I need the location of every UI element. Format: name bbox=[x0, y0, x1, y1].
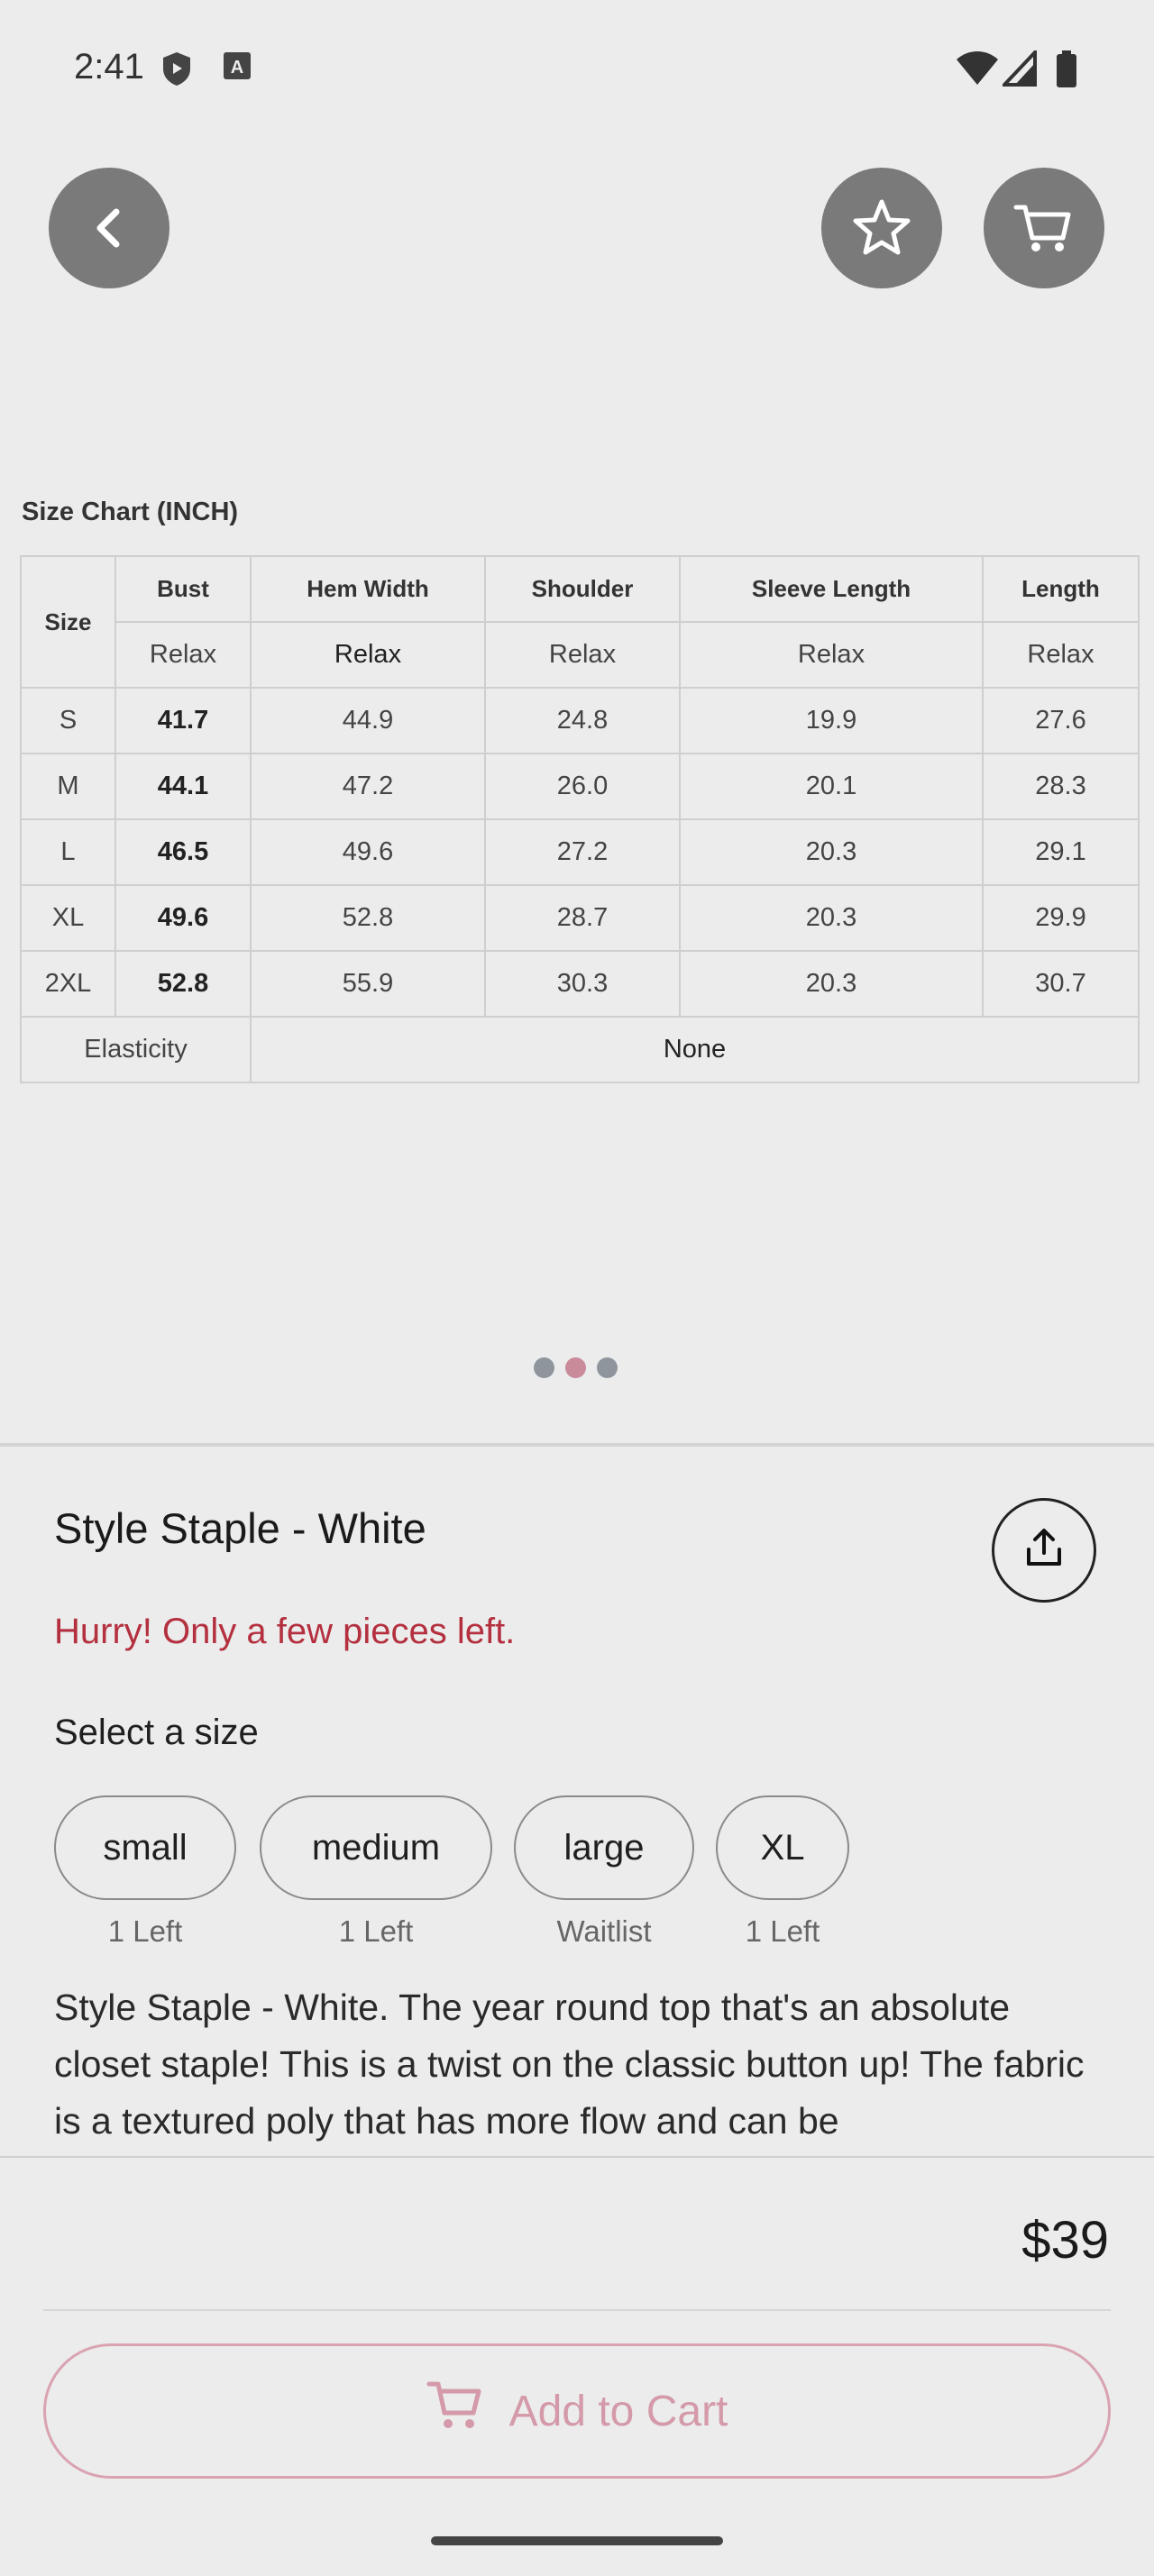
elasticity-value: None bbox=[250, 1016, 1140, 1083]
size-chart-cell: 49.6 bbox=[250, 818, 486, 886]
size-chart-subheader-cell: Relax bbox=[484, 621, 681, 689]
size-chart-cell: 27.6 bbox=[982, 687, 1140, 754]
size-chart-cell: 46.5 bbox=[114, 818, 252, 886]
add-to-cart-button[interactable]: Add to Cart bbox=[43, 2343, 1111, 2479]
size-chart-title: Size Chart (INCH) bbox=[22, 498, 239, 526]
product-price: $39 bbox=[1021, 2211, 1109, 2270]
select-size-label: Select a size bbox=[54, 1713, 259, 1752]
size-chart-row: M 44.1 47.2 26.0 20.1 28.3 bbox=[20, 753, 1140, 820]
product-image-size-chart[interactable]: Size Chart (INCH) Size Bust Hem Width Sh… bbox=[18, 498, 1140, 1083]
size-chart-cell: 30.7 bbox=[982, 950, 1140, 1018]
product-title: Style Staple - White bbox=[54, 1504, 426, 1552]
status-time: 2:41 bbox=[74, 47, 144, 87]
battery-icon bbox=[1055, 50, 1078, 93]
size-chart-row: S 41.7 44.9 24.8 19.9 27.6 bbox=[20, 687, 1140, 754]
size-option-small[interactable]: small bbox=[54, 1795, 236, 1900]
cart-icon bbox=[1012, 196, 1076, 260]
cart-icon bbox=[426, 2379, 486, 2444]
share-icon bbox=[1021, 1526, 1067, 1576]
size-chart-cell: 44.1 bbox=[114, 753, 252, 820]
pager-dot[interactable] bbox=[534, 1357, 554, 1378]
size-chart-cell: 52.8 bbox=[250, 884, 486, 952]
size-chart-cell: 55.9 bbox=[250, 950, 486, 1018]
size-chart-cell: 24.8 bbox=[484, 687, 681, 754]
size-chart-cell: 2XL bbox=[20, 950, 116, 1018]
size-chart-cell: L bbox=[20, 818, 116, 886]
size-chart-row: XL 49.6 52.8 28.7 20.3 29.9 bbox=[20, 884, 1140, 952]
size-chart-cell: 41.7 bbox=[114, 687, 252, 754]
share-button[interactable] bbox=[992, 1498, 1096, 1603]
size-availability: Waitlist bbox=[556, 1914, 652, 1948]
size-chart-header-cell: Hem Width bbox=[250, 555, 486, 623]
signal-icon bbox=[1000, 47, 1037, 91]
size-chart-subheader-cell: Relax bbox=[250, 621, 486, 689]
pager-dot-active[interactable] bbox=[565, 1357, 586, 1378]
home-indicator[interactable] bbox=[431, 2536, 723, 2545]
size-chart-subheader-cell: Relax bbox=[982, 621, 1140, 689]
size-chart-cell: 28.7 bbox=[484, 884, 681, 952]
size-option-xl[interactable]: XL bbox=[716, 1795, 849, 1900]
back-button[interactable] bbox=[49, 168, 169, 288]
size-chart-header-cell: Shoulder bbox=[484, 555, 681, 623]
keyboard-a-icon: A bbox=[222, 50, 252, 86]
add-to-cart-label: Add to Cart bbox=[508, 2387, 728, 2435]
size-chart-cell: XL bbox=[20, 884, 116, 952]
size-chart-row: L 46.5 49.6 27.2 20.3 29.1 bbox=[20, 818, 1140, 886]
size-availability: 1 Left bbox=[338, 1914, 414, 1948]
size-chart-cell: 29.9 bbox=[982, 884, 1140, 952]
size-chart-cell: 30.3 bbox=[484, 950, 681, 1018]
size-chart-cell: 49.6 bbox=[114, 884, 252, 952]
size-option-medium[interactable]: medium bbox=[260, 1795, 492, 1900]
size-chart-header-cell: Size bbox=[20, 555, 116, 689]
size-chart-cell: 47.2 bbox=[250, 753, 486, 820]
product-description: Style Staple - White. The year round top… bbox=[54, 1987, 1085, 2142]
shield-icon bbox=[160, 50, 193, 91]
size-chart-cell: 26.0 bbox=[484, 753, 681, 820]
size-chart-cell: 27.2 bbox=[484, 818, 681, 886]
size-chart-header-cell: Sleeve Length bbox=[679, 555, 984, 623]
size-chart-cell: 20.3 bbox=[679, 950, 984, 1018]
image-pager[interactable] bbox=[534, 1357, 618, 1378]
section-divider bbox=[0, 1443, 1154, 1447]
size-chart-cell: 44.9 bbox=[250, 687, 486, 754]
pager-dot[interactable] bbox=[597, 1357, 618, 1378]
svg-text:A: A bbox=[231, 58, 243, 78]
size-chart-cell: 52.8 bbox=[114, 950, 252, 1018]
cart-button[interactable] bbox=[984, 168, 1104, 288]
stock-warning: Hurry! Only a few pieces left. bbox=[54, 1612, 516, 1651]
size-chart-row: Elasticity None bbox=[20, 1016, 1140, 1083]
size-availability: 1 Left bbox=[745, 1914, 820, 1948]
size-option-large[interactable]: large bbox=[514, 1795, 694, 1900]
size-availability: 1 Left bbox=[107, 1914, 183, 1948]
size-chart-row: 2XL 52.8 55.9 30.3 20.3 30.7 bbox=[20, 950, 1140, 1018]
purchase-divider bbox=[43, 2309, 1111, 2311]
size-chart-cell: 20.3 bbox=[679, 818, 984, 886]
size-chart-cell: S bbox=[20, 687, 116, 754]
size-chart-subheader-cell: Relax bbox=[114, 621, 252, 689]
size-chart-cell: 20.3 bbox=[679, 884, 984, 952]
status-bar: 2:41 A bbox=[0, 0, 1154, 135]
size-chart-subheader-cell: Relax bbox=[679, 621, 984, 689]
size-chart-cell: 20.1 bbox=[679, 753, 984, 820]
star-icon bbox=[850, 196, 913, 260]
size-chart-header-cell: Bust bbox=[114, 555, 252, 623]
size-chart-header-cell: Length bbox=[982, 555, 1140, 623]
chevron-left-icon bbox=[84, 203, 134, 253]
purchase-panel: $39 Add to Cart bbox=[0, 2156, 1154, 2576]
wifi-icon bbox=[956, 50, 999, 91]
size-chart-cell: 19.9 bbox=[679, 687, 984, 754]
size-chart-cell: 29.1 bbox=[982, 818, 1140, 886]
favorite-button[interactable] bbox=[821, 168, 942, 288]
size-chart-table: Size Bust Hem Width Shoulder Sleeve Leng… bbox=[20, 555, 1140, 1083]
size-chart-cell: M bbox=[20, 753, 116, 820]
size-chart-cell: 28.3 bbox=[982, 753, 1140, 820]
elasticity-label: Elasticity bbox=[20, 1016, 252, 1083]
